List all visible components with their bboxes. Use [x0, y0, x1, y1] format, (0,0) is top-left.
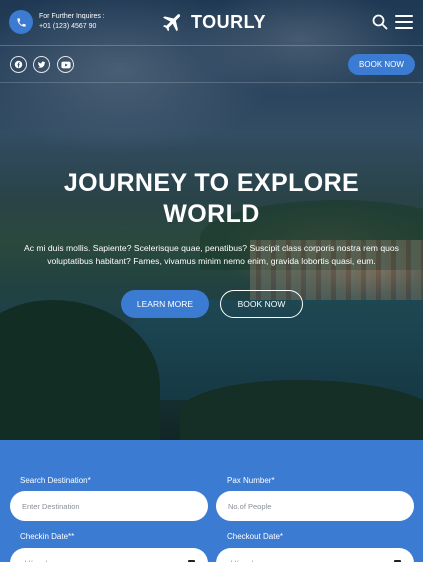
checkin-label: Checkin Date**: [20, 532, 75, 541]
book-now-button[interactable]: BOOK NOW: [220, 290, 303, 318]
twitter-icon[interactable]: [33, 56, 50, 73]
top-header: For Further Inquires : +01 (123) 4567 90…: [0, 0, 423, 46]
facebook-icon[interactable]: [10, 56, 27, 73]
airplane-icon: [163, 14, 181, 32]
pax-number-input[interactable]: [216, 491, 414, 521]
phone-glyph: [16, 17, 26, 27]
youtube-glyph: [60, 61, 71, 68]
checkout-date-input[interactable]: [216, 548, 414, 562]
hero-description: Ac mi duis mollis. Sapiente? Scelerisque…: [24, 243, 399, 266]
phone-icon[interactable]: [9, 10, 33, 34]
destination-input[interactable]: [10, 491, 208, 521]
inquiry-phone[interactable]: +01 (123) 4567 90: [39, 22, 105, 32]
search-icon[interactable]: [372, 14, 388, 30]
pax-label: Pax Number*: [227, 476, 275, 485]
inquiry-info: For Further Inquires : +01 (123) 4567 90: [39, 12, 105, 32]
menu-line: [395, 27, 413, 29]
menu-line: [395, 15, 413, 17]
book-now-header-button[interactable]: BOOK NOW: [348, 54, 415, 75]
social-bar: BOOK NOW: [0, 46, 423, 83]
brand-logo[interactable]: TOURLY: [161, 10, 266, 34]
hero-title-line1: JOURNEY TO EXPLORE: [63, 169, 360, 197]
hero-title-line2: WORLD: [163, 200, 260, 228]
tour-search-form: Search Destination* Pax Number* Checkin …: [0, 440, 423, 562]
twitter-glyph: [37, 61, 46, 68]
hero-title: JOURNEY TO EXPLORE WORLD: [0, 168, 423, 230]
facebook-glyph: [14, 60, 23, 69]
inquiry-title: For Further Inquires :: [39, 13, 105, 20]
brand-name: TOURLY: [191, 11, 267, 32]
search-glyph: [372, 14, 388, 30]
youtube-icon[interactable]: [57, 56, 74, 73]
hamburger-menu-icon[interactable]: [395, 15, 413, 29]
menu-line: [395, 21, 413, 23]
checkin-date-input[interactable]: [10, 548, 208, 562]
checkout-label: Checkout Date*: [227, 532, 284, 541]
destination-label: Search Destination*: [20, 476, 91, 485]
learn-more-button[interactable]: LEARN MORE: [121, 290, 209, 318]
